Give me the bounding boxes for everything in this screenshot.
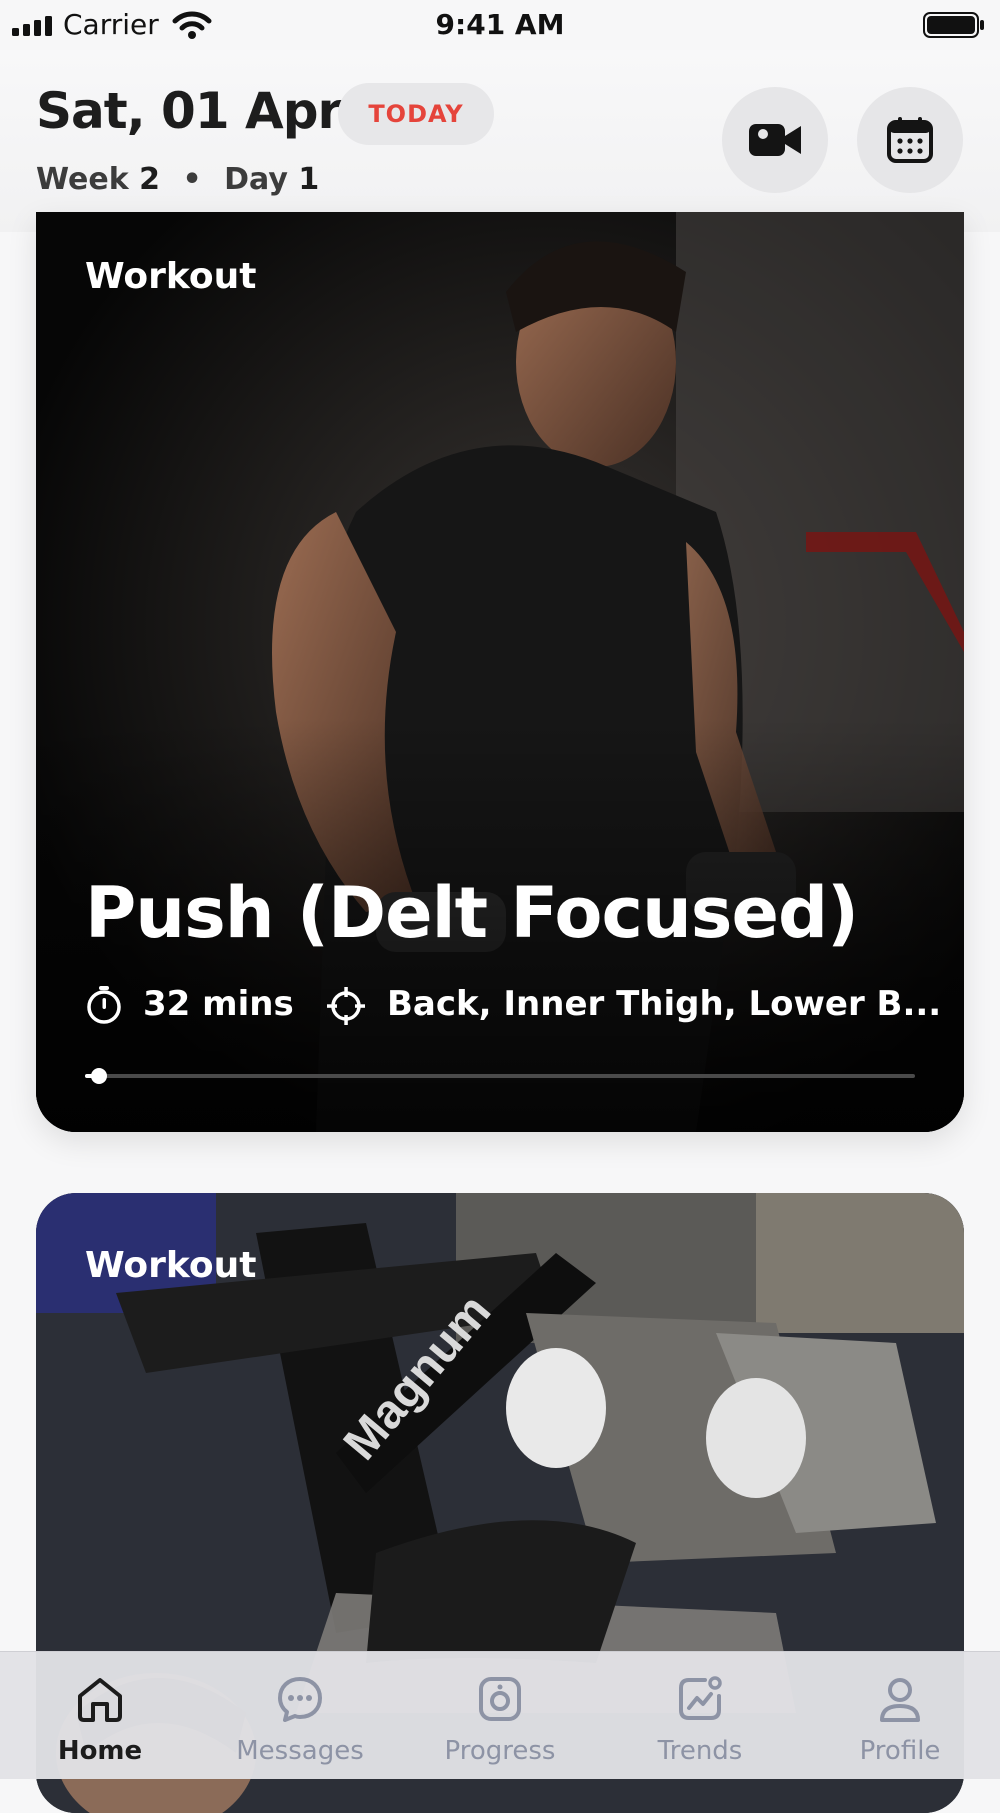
week-number: 2: [139, 162, 160, 197]
tab-progress[interactable]: Progress: [400, 1652, 600, 1779]
bottom-tab-bar: Home Messages Progress Trends Profile: [0, 1651, 1000, 1779]
tab-label: Profile: [859, 1736, 941, 1766]
tab-home[interactable]: Home: [0, 1652, 200, 1779]
tab-messages[interactable]: Messages: [200, 1652, 400, 1779]
day-header: Sat, 01 Apr TODAY Week 2 • Day 1: [0, 50, 1000, 232]
camera-icon: [479, 1677, 521, 1721]
workout-card[interactable]: Workout Push (Delt Focused) 32 mins Back…: [36, 212, 964, 1132]
status-time: 9:41 AM: [435, 8, 565, 41]
tab-label: Home: [57, 1736, 143, 1766]
week-day-indicator: Week 2 • Day 1: [36, 162, 319, 197]
tab-trends[interactable]: Trends: [600, 1652, 800, 1779]
workout-duration: 32 mins: [143, 984, 294, 1024]
battery-icon: [923, 12, 984, 38]
target-muscle-icon: [327, 987, 365, 1025]
workout-title: Push (Delt Focused): [85, 872, 859, 954]
calendar-icon: [887, 117, 933, 163]
profile-icon: [880, 1678, 920, 1722]
home-icon: [78, 1678, 122, 1722]
day-label: Day: [224, 162, 288, 197]
status-bar: Carrier 9:41 AM: [0, 0, 1000, 50]
video-camera-icon: [749, 124, 801, 156]
tab-label: Messages: [236, 1736, 364, 1766]
stopwatch-icon: [87, 986, 121, 1024]
chat-icon: [278, 1677, 322, 1722]
today-badge[interactable]: TODAY: [338, 83, 494, 145]
workout-progress-bar: [85, 1068, 915, 1084]
tab-label: Trends: [657, 1736, 743, 1766]
card-type-label: Workout: [85, 256, 257, 297]
separator-dot: •: [182, 162, 202, 197]
trends-icon: [679, 1676, 722, 1720]
card-type-label: Workout: [85, 1245, 257, 1286]
video-button[interactable]: [722, 87, 828, 193]
week-label: Week: [36, 162, 129, 197]
tab-profile[interactable]: Profile: [800, 1652, 1000, 1779]
page-title-date: Sat, 01 Apr: [36, 82, 342, 140]
workout-meta: 32 mins Back, Inner Thigh, Lower B...: [85, 982, 941, 1026]
calendar-button[interactable]: [857, 87, 963, 193]
tab-label: Progress: [444, 1736, 556, 1766]
day-number: 1: [298, 162, 320, 197]
target-muscles: Back, Inner Thigh, Lower B...: [387, 984, 942, 1024]
